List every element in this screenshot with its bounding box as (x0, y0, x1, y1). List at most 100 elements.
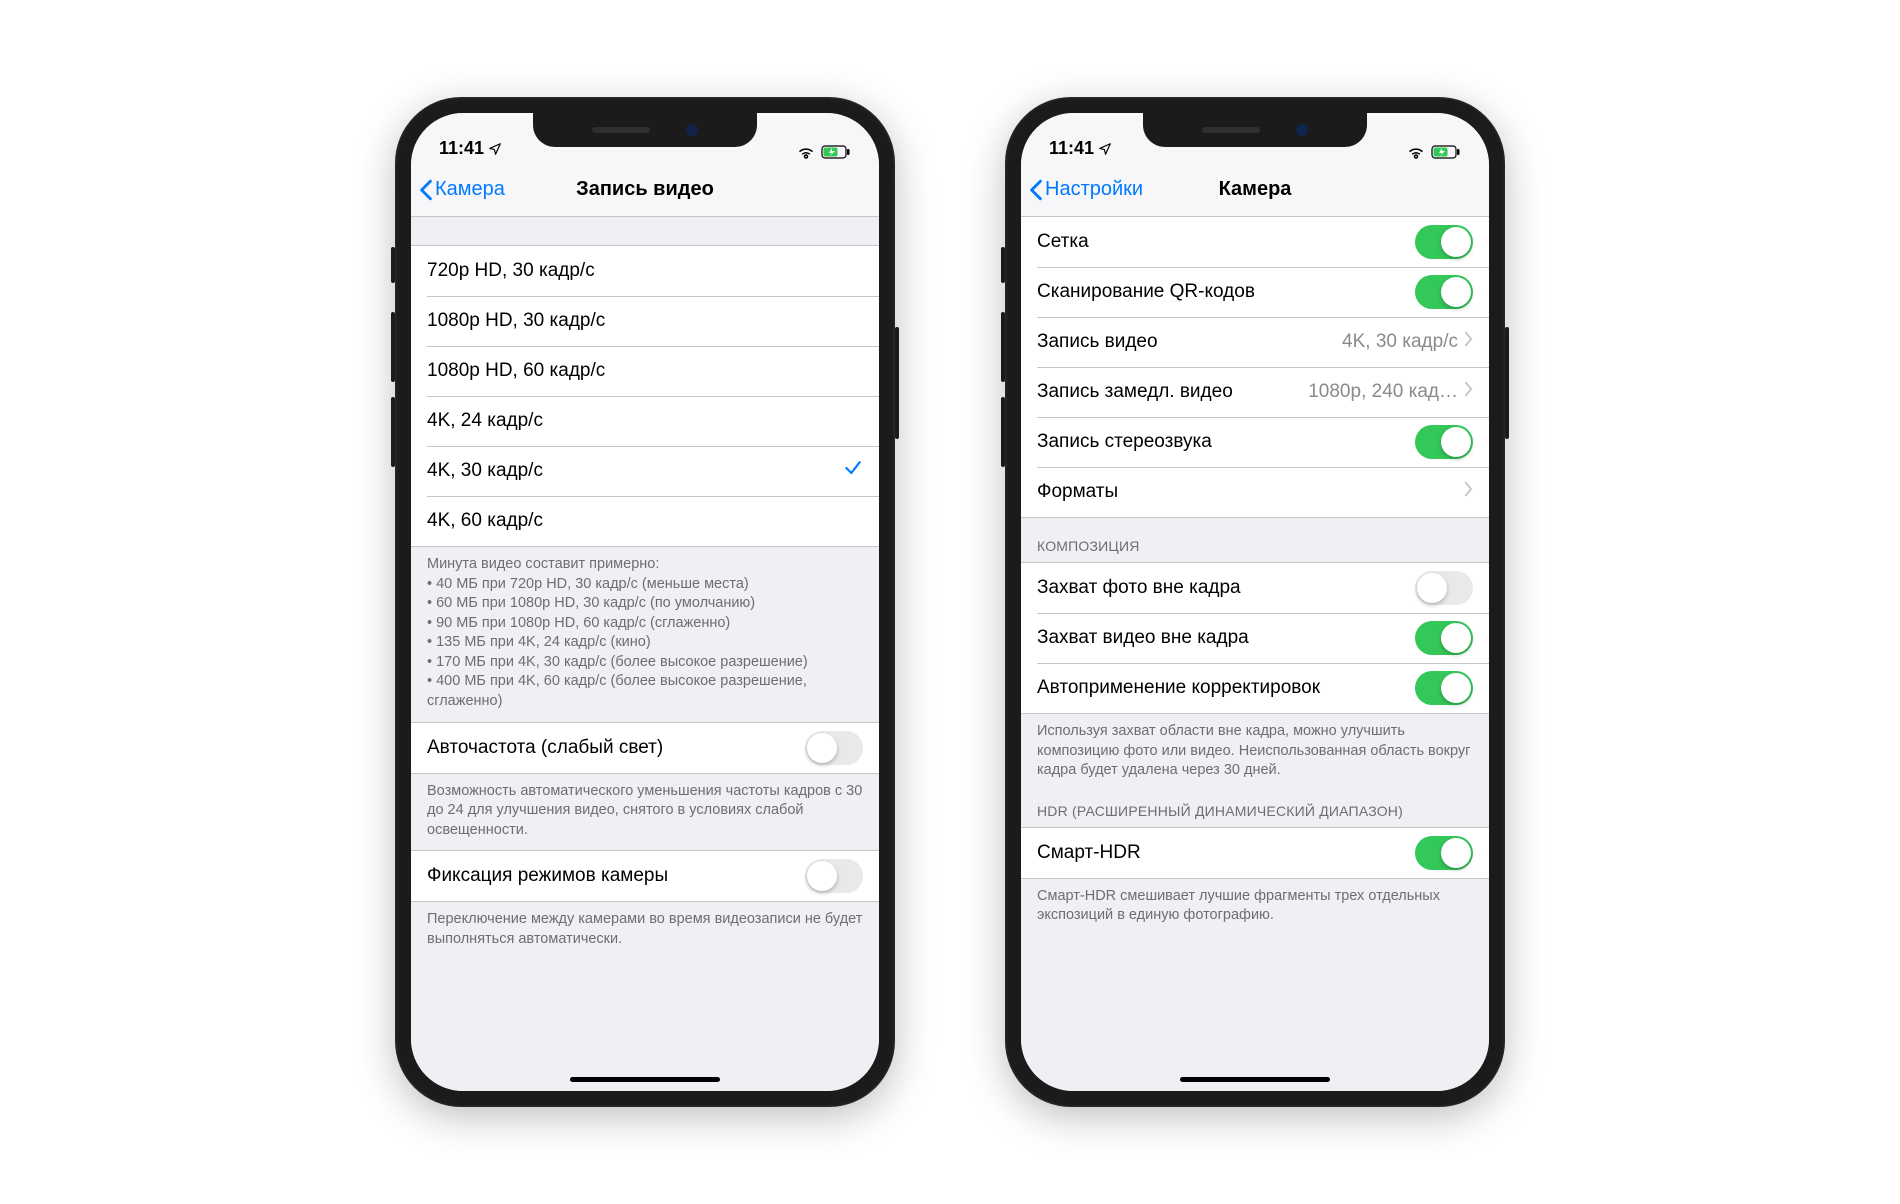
photo-outside-row[interactable]: Захват фото вне кадра (1021, 563, 1489, 613)
auto-apply-toggle[interactable] (1415, 671, 1473, 705)
option-label: 1080p HD, 60 кадр/с (427, 360, 863, 382)
phone-left: 11:41 Камера Запись видео (395, 97, 895, 1107)
speaker-grille (1202, 127, 1260, 133)
composition-header: КОМПОЗИЦИЯ (1021, 518, 1489, 562)
option-label: 1080p HD, 30 кадр/с (427, 310, 863, 332)
volume-up-button[interactable] (1001, 312, 1005, 382)
camera-main-group: Сетка Сканирование QR-кодов Запись видео… (1021, 217, 1489, 518)
nav-title: Запись видео (576, 178, 714, 201)
notch (1143, 113, 1367, 147)
resolution-group: 720p HD, 30 кадр/с 1080p HD, 30 кадр/с 1… (411, 245, 879, 547)
power-button[interactable] (895, 327, 899, 439)
photo-outside-label: Захват фото вне кадра (1037, 577, 1415, 599)
lock-camera-group: Фиксация режимов камеры (411, 850, 879, 902)
size-line: • 60 МБ при 1080p HD, 30 кадр/с (по умол… (427, 594, 863, 614)
composition-group: Захват фото вне кадра Захват видео вне к… (1021, 562, 1489, 714)
chevron-right-icon (1464, 381, 1473, 403)
nav-bar: Настройки Камера (1021, 163, 1489, 217)
power-button[interactable] (1505, 327, 1509, 439)
stereo-label: Запись стереозвука (1037, 431, 1415, 453)
speaker-grille (592, 127, 650, 133)
home-indicator[interactable] (1180, 1077, 1330, 1082)
option-720p-30[interactable]: 720p HD, 30 кадр/с (411, 246, 879, 296)
lock-camera-label: Фиксация режимов камеры (427, 865, 805, 887)
size-line: • 400 МБ при 4K, 60 кадр/с (более высоко… (427, 672, 863, 711)
back-label: Камера (435, 178, 505, 201)
back-button[interactable]: Камера (419, 178, 505, 201)
auto-fps-row[interactable]: Авточастота (слабый свет) (411, 723, 879, 773)
option-label: 4K, 60 кадр/с (427, 510, 863, 532)
record-slomo-value: 1080p, 240 кад… (1308, 381, 1458, 403)
front-camera (1296, 124, 1308, 136)
lock-camera-row[interactable]: Фиксация режимов камеры (411, 851, 879, 901)
location-icon (488, 142, 502, 156)
wifi-icon (797, 145, 815, 159)
volume-up-button[interactable] (391, 312, 395, 382)
back-button[interactable]: Настройки (1029, 178, 1143, 201)
mute-switch[interactable] (391, 247, 395, 283)
battery-icon (821, 145, 851, 159)
chevron-right-icon (1464, 481, 1473, 503)
video-outside-row[interactable]: Захват видео вне кадра (1021, 613, 1489, 663)
lock-camera-footer: Переключение между камерами во время вид… (411, 902, 879, 959)
qr-label: Сканирование QR-кодов (1037, 281, 1415, 303)
size-line: • 90 МБ при 1080p HD, 60 кадр/с (сглажен… (427, 614, 863, 634)
phone-right: 11:41 Настройки Камера (1005, 97, 1505, 1107)
hdr-group: Смарт-HDR (1021, 827, 1489, 879)
option-4k-30[interactable]: 4K, 30 кадр/с (411, 446, 879, 496)
smart-hdr-row[interactable]: Смарт-HDR (1021, 828, 1489, 878)
battery-icon (1431, 145, 1461, 159)
stereo-toggle[interactable] (1415, 425, 1473, 459)
record-video-row[interactable]: Запись видео 4K, 30 кадр/с (1021, 317, 1489, 367)
chevron-right-icon (1464, 331, 1473, 353)
status-time: 11:41 (1049, 138, 1094, 159)
option-1080p-30[interactable]: 1080p HD, 30 кадр/с (411, 296, 879, 346)
volume-down-button[interactable] (391, 397, 395, 467)
checkmark-icon (843, 458, 863, 484)
back-label: Настройки (1045, 178, 1143, 201)
hdr-header: HDR (РАСШИРЕННЫЙ ДИНАМИЧЕСКИЙ ДИАПАЗОН) (1021, 791, 1489, 827)
size-line: • 170 МБ при 4K, 30 кадр/с (более высоко… (427, 653, 863, 673)
record-slomo-row[interactable]: Запись замедл. видео 1080p, 240 кад… (1021, 367, 1489, 417)
size-line: • 135 МБ при 4K, 24 кадр/с (кино) (427, 633, 863, 653)
photo-outside-toggle[interactable] (1415, 571, 1473, 605)
option-1080p-60[interactable]: 1080p HD, 60 кадр/с (411, 346, 879, 396)
grid-toggle[interactable] (1415, 225, 1473, 259)
auto-apply-label: Автоприменение корректировок (1037, 677, 1415, 699)
grid-row[interactable]: Сетка (1021, 217, 1489, 267)
qr-toggle[interactable] (1415, 275, 1473, 309)
qr-row[interactable]: Сканирование QR-кодов (1021, 267, 1489, 317)
composition-footer: Используя захват области вне кадра, можн… (1021, 714, 1489, 791)
formats-row[interactable]: Форматы (1021, 467, 1489, 517)
video-outside-label: Захват видео вне кадра (1037, 627, 1415, 649)
content[interactable]: Сетка Сканирование QR-кодов Запись видео… (1021, 217, 1489, 1091)
lock-camera-toggle[interactable] (805, 859, 863, 893)
status-time: 11:41 (439, 138, 484, 159)
screen: 11:41 Камера Запись видео (411, 113, 879, 1091)
nav-title: Камера (1219, 178, 1292, 201)
content[interactable]: 720p HD, 30 кадр/с 1080p HD, 30 кадр/с 1… (411, 217, 879, 1091)
auto-fps-label: Авточастота (слабый свет) (427, 737, 805, 759)
video-outside-toggle[interactable] (1415, 621, 1473, 655)
auto-fps-toggle[interactable] (805, 731, 863, 765)
option-4k-60[interactable]: 4K, 60 кадр/с (411, 496, 879, 546)
volume-down-button[interactable] (1001, 397, 1005, 467)
record-slomo-label: Запись замедл. видео (1037, 381, 1308, 403)
record-video-label: Запись видео (1037, 331, 1342, 353)
smart-hdr-toggle[interactable] (1415, 836, 1473, 870)
home-indicator[interactable] (570, 1077, 720, 1082)
hdr-footer: Смарт-HDR смешивает лучшие фрагменты тре… (1021, 879, 1489, 936)
auto-apply-row[interactable]: Автоприменение корректировок (1021, 663, 1489, 713)
nav-bar: Камера Запись видео (411, 163, 879, 217)
mute-switch[interactable] (1001, 247, 1005, 283)
option-label: 4K, 24 кадр/с (427, 410, 863, 432)
option-4k-24[interactable]: 4K, 24 кадр/с (411, 396, 879, 446)
record-video-value: 4K, 30 кадр/с (1342, 331, 1458, 353)
option-label: 720p HD, 30 кадр/с (427, 260, 863, 282)
option-label: 4K, 30 кадр/с (427, 460, 843, 482)
front-camera (686, 124, 698, 136)
notch (533, 113, 757, 147)
location-icon (1098, 142, 1112, 156)
size-line: • 40 МБ при 720p HD, 30 кадр/с (меньше м… (427, 575, 863, 595)
stereo-row[interactable]: Запись стереозвука (1021, 417, 1489, 467)
